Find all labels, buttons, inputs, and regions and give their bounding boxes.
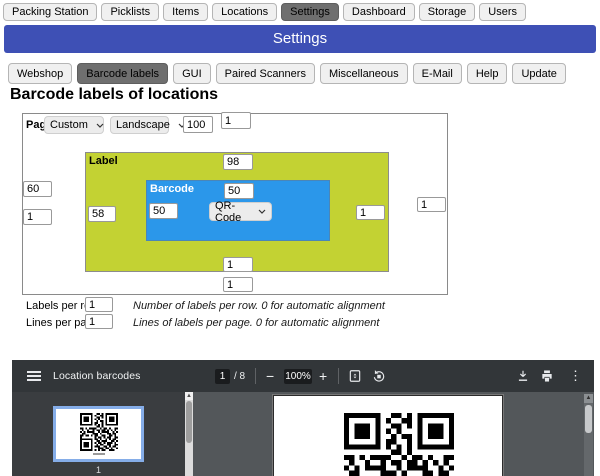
thumbnail-caption-line xyxy=(92,453,105,455)
tab-users[interactable]: Users xyxy=(479,3,527,21)
page-margin-right-input[interactable] xyxy=(417,197,446,212)
kebab-menu-icon[interactable]: ⋮ xyxy=(569,360,582,392)
barcode-box-title: Barcode xyxy=(150,183,195,195)
app-screen: Packing Station Picklists Items Location… xyxy=(0,0,600,476)
current-page-input[interactable]: 1 xyxy=(215,368,230,384)
label-margin-bottom-input[interactable] xyxy=(223,257,253,272)
main-nav-tabs: Packing Station Picklists Items Location… xyxy=(3,3,527,21)
scrollbar-thumb[interactable] xyxy=(585,405,592,433)
lines-per-page-input[interactable] xyxy=(85,314,113,329)
section-banner: Settings xyxy=(4,25,596,53)
page-margin-left-input[interactable] xyxy=(23,209,52,225)
fit-to-page-icon[interactable] xyxy=(348,360,362,392)
page-margin-top-input[interactable] xyxy=(221,112,251,129)
page-size-select[interactable]: Custom xyxy=(44,116,104,134)
scrollbar-thumb[interactable] xyxy=(186,401,192,443)
barcode-width-input[interactable] xyxy=(224,183,254,199)
download-icon[interactable] xyxy=(516,360,530,392)
labels-per-row-input[interactable] xyxy=(85,297,113,312)
toolbar-divider xyxy=(338,368,339,384)
barcode-type-select[interactable]: QR-Code xyxy=(209,200,272,224)
subtab-help[interactable]: Help xyxy=(466,63,508,84)
pdf-main-view: ▲ xyxy=(193,392,594,476)
toolbar-divider xyxy=(255,368,256,384)
rotate-icon[interactable] xyxy=(372,360,386,392)
tab-dashboard[interactable]: Dashboard xyxy=(342,3,415,21)
subtab-barcode-labels[interactable]: Barcode labels xyxy=(77,63,169,84)
page-count-label: / 8 xyxy=(234,370,246,382)
tab-locations[interactable]: Locations xyxy=(212,3,278,21)
zoom-out-button[interactable]: − xyxy=(266,360,274,392)
tab-picklists[interactable]: Picklists xyxy=(101,3,160,21)
label-height-input[interactable] xyxy=(88,206,116,222)
chevron-down-icon xyxy=(96,123,104,128)
page-height-input[interactable] xyxy=(23,181,52,197)
barcode-height-input[interactable] xyxy=(149,203,178,219)
label-width-input[interactable] xyxy=(223,154,253,170)
label-box-title: Label xyxy=(89,155,118,167)
scroll-up-icon[interactable]: ▲ xyxy=(584,394,593,403)
scroll-up-icon[interactable]: ▲ xyxy=(185,392,193,400)
pdf-page-1 xyxy=(273,395,503,476)
main-scrollbar[interactable]: ▲ xyxy=(584,394,593,476)
qr-code-thumbnail xyxy=(79,413,118,451)
subtab-webshop[interactable]: Webshop xyxy=(8,63,73,84)
page-title: Barcode labels of locations xyxy=(10,86,219,103)
subtab-paired-scanners[interactable]: Paired Scanners xyxy=(215,63,315,84)
settings-subtabs: Webshop Barcode labels GUI Paired Scanne… xyxy=(8,63,566,84)
sidebar-scrollbar[interactable]: ▲ xyxy=(185,392,193,476)
page-margin-bottom-input[interactable] xyxy=(223,277,253,292)
pdf-toolbar: Location barcodes 1 / 8 − 100% + ⋮ xyxy=(12,360,594,392)
zoom-in-button[interactable]: + xyxy=(319,360,327,392)
print-icon[interactable] xyxy=(540,360,554,392)
qr-code-large xyxy=(344,413,454,476)
zoom-level-input[interactable]: 100% xyxy=(284,368,312,384)
subtab-miscellaneous[interactable]: Miscellaneous xyxy=(319,63,408,84)
orientation-select[interactable]: Landscape xyxy=(110,116,186,134)
thumbnail-page-number: 1 xyxy=(95,465,101,475)
tab-items[interactable]: Items xyxy=(163,3,209,21)
pdf-thumbnail-sidebar: 1 xyxy=(12,392,185,476)
subtab-email[interactable]: E-Mail xyxy=(412,63,462,84)
pdf-viewer: Location barcodes 1 / 8 − 100% + ⋮ 1 ▲ ▲ xyxy=(12,360,594,476)
lines-per-page-hint: Lines of labels per page. 0 for automati… xyxy=(133,317,380,329)
chevron-down-icon xyxy=(258,209,266,214)
pdf-document-title: Location barcodes xyxy=(53,370,141,382)
label-margin-right-input[interactable] xyxy=(356,205,385,220)
subtab-gui[interactable]: GUI xyxy=(173,63,211,84)
tab-packing-station[interactable]: Packing Station xyxy=(3,3,98,21)
pdf-body: 1 ▲ ▲ xyxy=(12,392,594,476)
hamburger-menu-icon[interactable] xyxy=(27,360,41,392)
tab-settings[interactable]: Settings xyxy=(281,3,339,21)
labels-per-row-hint: Number of labels per row. 0 for automati… xyxy=(133,300,385,312)
tab-storage[interactable]: Storage xyxy=(418,3,476,21)
subtab-update[interactable]: Update xyxy=(512,63,566,84)
pdf-thumbnail-page-1[interactable] xyxy=(53,406,144,462)
page-width-input[interactable] xyxy=(183,116,213,133)
